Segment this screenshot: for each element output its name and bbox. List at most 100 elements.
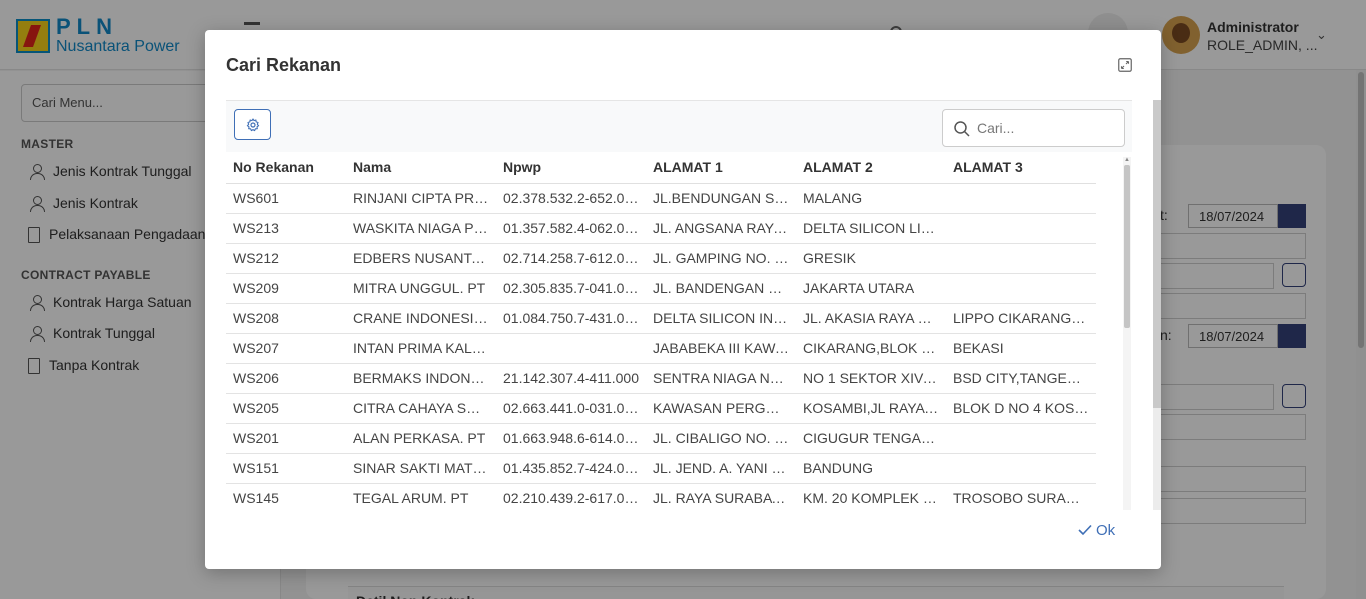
table-cell: NO 1 SEKTOR XIV-6,J... bbox=[796, 363, 946, 394]
table-cell: JABABEKA III KAWAS... bbox=[646, 333, 796, 364]
table-cell: WS205 bbox=[226, 393, 346, 424]
table-cell bbox=[496, 333, 646, 364]
table-cell: CIKARANG,BLOK B K... bbox=[796, 333, 946, 364]
table-cell: TROSOBO SURABAYA bbox=[946, 483, 1096, 510]
table-cell: WS145 bbox=[226, 483, 346, 510]
dialog-scrollbar[interactable] bbox=[1153, 100, 1161, 510]
table-cell: 02.378.532.2-652.000 bbox=[496, 183, 646, 214]
table-cell: WS208 bbox=[226, 303, 346, 334]
table-cell: CRANE INDONESIA. ... bbox=[346, 303, 496, 334]
table-cell: WASKITA NIAGA PRI... bbox=[346, 213, 496, 244]
cari-rekanan-dialog: Cari Rekanan No Rek bbox=[205, 30, 1161, 569]
table-cell: INTAN PRIMA KALO... bbox=[346, 333, 496, 364]
table-cell: EDBERS NUSANTAR... bbox=[346, 243, 496, 274]
table-cell: WS207 bbox=[226, 333, 346, 364]
table-cell: KOSAMBI,JL RAYA PE... bbox=[796, 393, 946, 424]
scrollbar-thumb[interactable] bbox=[1124, 165, 1130, 328]
table-cell bbox=[946, 213, 1096, 244]
table-cell: LIPPO CIKARANG, BE... bbox=[946, 303, 1096, 334]
table-cell: 02.210.439.2-617.000 bbox=[496, 483, 646, 510]
table-row[interactable]: WS206 BERMAKS INDONES... 21.142.307.4-411.… bbox=[226, 363, 1096, 394]
table-cell: WS209 bbox=[226, 273, 346, 304]
table-cell: WS213 bbox=[226, 213, 346, 244]
table-cell: 01.663.948.6-614.000 bbox=[496, 423, 646, 454]
table-cell: 01.084.750.7-431.000 bbox=[496, 303, 646, 334]
table-cell bbox=[946, 273, 1096, 304]
column-header[interactable]: ALAMAT 1 bbox=[646, 152, 796, 184]
column-header[interactable]: ALAMAT 2 bbox=[796, 152, 946, 184]
gear-icon bbox=[246, 117, 259, 131]
scrollbar-thumb[interactable] bbox=[1153, 100, 1161, 408]
table-cell: JL.BENDUNGAN SUT... bbox=[646, 183, 796, 214]
table-cell: 02.305.835.7-041.000 bbox=[496, 273, 646, 304]
column-header[interactable]: Npwp bbox=[496, 152, 646, 184]
table-cell: WS206 bbox=[226, 363, 346, 394]
scroll-up-icon[interactable]: ▲ bbox=[1123, 157, 1131, 163]
table-cell bbox=[946, 453, 1096, 484]
table-cell: 02.663.441.0-031.000 bbox=[496, 393, 646, 424]
table-cell: BEKASI bbox=[946, 333, 1096, 364]
maximize-icon[interactable] bbox=[1118, 58, 1132, 72]
table-cell: WS201 bbox=[226, 423, 346, 454]
table-cell: JL. CIBALIGO NO. 50 ... bbox=[646, 423, 796, 454]
table-cell: BANDUNG bbox=[796, 453, 946, 484]
search-input[interactable] bbox=[977, 118, 1117, 138]
table-cell: BLOK D NO 4 KOSAM... bbox=[946, 393, 1096, 424]
table-cell bbox=[946, 183, 1096, 214]
table-cell: MITRA UNGGUL. PT bbox=[346, 273, 496, 304]
column-header[interactable]: ALAMAT 3 bbox=[946, 152, 1096, 184]
column-header[interactable]: No Rekanan bbox=[226, 152, 346, 184]
table-cell: BSD CITY,TANGERANG bbox=[946, 363, 1096, 394]
table-cell: ALAN PERKASA. PT bbox=[346, 423, 496, 454]
check-icon bbox=[1078, 524, 1092, 536]
table-cell: CIGUGUR TENGAH,CI... bbox=[796, 423, 946, 454]
table-cell: JL. JEND. A. YANI 726 bbox=[646, 453, 796, 484]
table-row[interactable]: WS201 ALAN PERKASA. PT 01.663.948.6-614.00… bbox=[226, 423, 1096, 454]
table-cell: GRESIK bbox=[796, 243, 946, 274]
table-row[interactable]: WS207 INTAN PRIMA KALO... JABABEKA III KAW… bbox=[226, 333, 1096, 364]
table-row[interactable]: WS208 CRANE INDONESIA. ... 01.084.750.7-43… bbox=[226, 303, 1096, 334]
column-header[interactable]: Nama bbox=[346, 152, 496, 184]
table-cell: JL. BANDENGAN UTA... bbox=[646, 273, 796, 304]
table-cell: TEGAL ARUM. PT bbox=[346, 483, 496, 510]
table-row[interactable]: WS205 CITRA CAHAYA SEM... 02.663.441.0-031… bbox=[226, 393, 1096, 424]
table-cell: BERMAKS INDONES... bbox=[346, 363, 496, 394]
table-scrollbar[interactable]: ▲ bbox=[1123, 157, 1131, 510]
table-cell: MALANG bbox=[796, 183, 946, 214]
ok-button[interactable]: Ok bbox=[1078, 519, 1115, 541]
rekanan-table: No Rekanan Nama Npwp ALAMAT 1 ALAMAT 2 A… bbox=[226, 152, 1096, 510]
table-cell: WS151 bbox=[226, 453, 346, 484]
table-cell: JL. ANGSANA RAYA B... bbox=[646, 213, 796, 244]
table-row[interactable]: WS151 SINAR SAKTI MATRA... 01.435.852.7-42… bbox=[226, 453, 1096, 484]
table-toolbar bbox=[226, 100, 1132, 152]
table-cell: WS601 bbox=[226, 183, 346, 214]
ok-label: Ok bbox=[1096, 521, 1116, 539]
table-row[interactable]: WS212 EDBERS NUSANTAR... 02.714.258.7-612.… bbox=[226, 243, 1096, 274]
table-cell: 01.357.582.4-062.000 bbox=[496, 213, 646, 244]
table-cell: DELTA SILICON LIPP... bbox=[796, 213, 946, 244]
table-cell: KM. 20 KOMPLEK PE... bbox=[796, 483, 946, 510]
table-row[interactable]: WS213 WASKITA NIAGA PRI... 01.357.582.4-06… bbox=[226, 213, 1096, 244]
table-cell: KAWASAN PERGUDA... bbox=[646, 393, 796, 424]
table-search[interactable] bbox=[942, 109, 1125, 147]
table-cell: 21.142.307.4-411.000 bbox=[496, 363, 646, 394]
table-cell: JL. GAMPING NO. 7,P... bbox=[646, 243, 796, 274]
table-cell: 01.435.852.7-424.000 bbox=[496, 453, 646, 484]
table-cell: JL. RAYA SURABAYA - ... bbox=[646, 483, 796, 510]
table-cell: 02.714.258.7-612.000 bbox=[496, 243, 646, 274]
dialog-title: Cari Rekanan bbox=[226, 55, 342, 75]
table-cell: DELTA SILICON INDU... bbox=[646, 303, 796, 334]
table-cell: JL. AKASIA RAYA BLO... bbox=[796, 303, 946, 334]
table-row[interactable]: WS601 RINJANI CIPTA PRAT... 02.378.532.2-6… bbox=[226, 183, 1096, 214]
table-row[interactable]: WS209 MITRA UNGGUL. PT 02.305.835.7-041.00… bbox=[226, 273, 1096, 304]
table-cell: SENTRA NIAGA NUSA... bbox=[646, 363, 796, 394]
column-settings-button[interactable] bbox=[234, 109, 271, 140]
table-header-row: No Rekanan Nama Npwp ALAMAT 1 ALAMAT 2 A… bbox=[226, 152, 1096, 184]
table-cell bbox=[946, 243, 1096, 274]
search-icon bbox=[954, 121, 970, 137]
table-cell: RINJANI CIPTA PRAT... bbox=[346, 183, 496, 214]
table-cell bbox=[946, 423, 1096, 454]
table-cell: JAKARTA UTARA bbox=[796, 273, 946, 304]
table-row[interactable]: WS145 TEGAL ARUM. PT 02.210.439.2-617.000 J… bbox=[226, 483, 1096, 510]
table-cell: WS212 bbox=[226, 243, 346, 274]
